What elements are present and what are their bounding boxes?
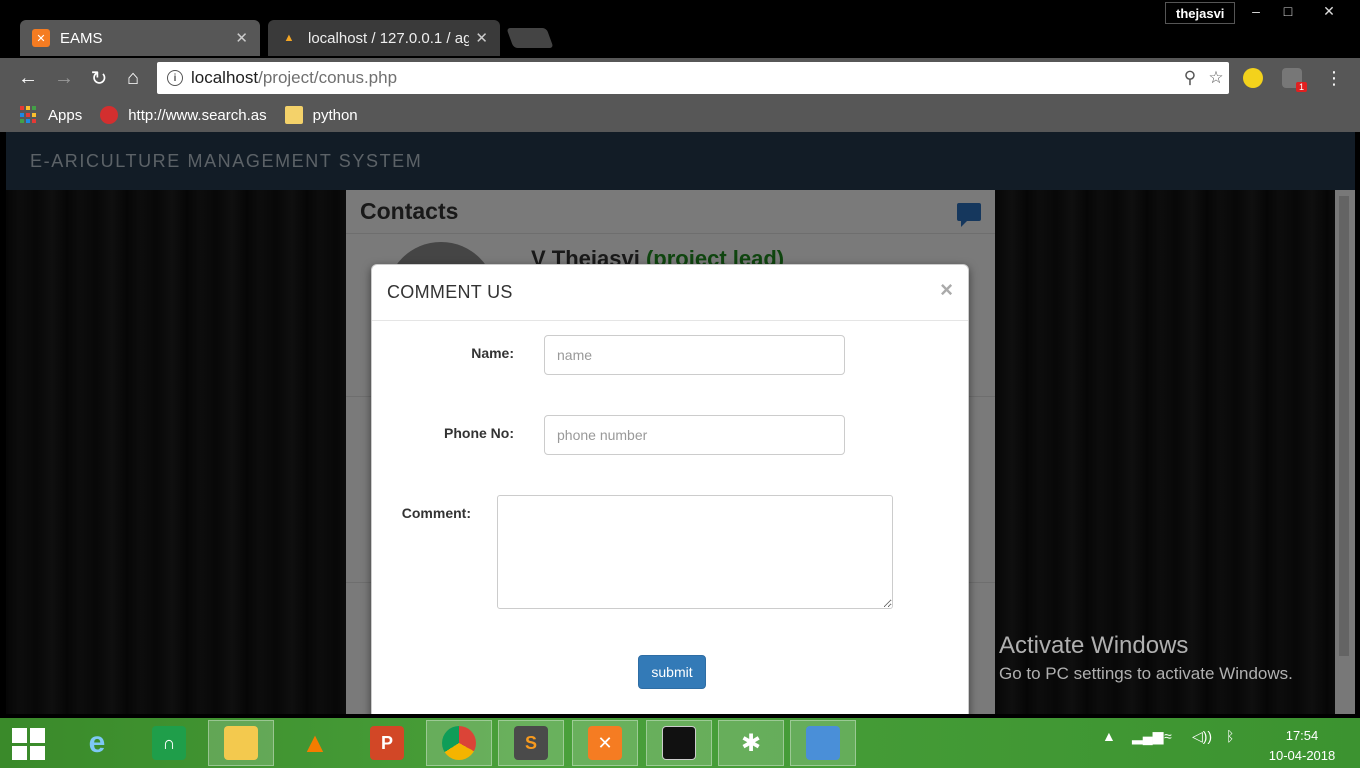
volume-icon[interactable]: ◁)) [1192,728,1212,745]
bluetooth-icon[interactable]: ᛒ [1226,728,1234,744]
browser-title-bar: ✕ EAMS ✕ ▲ localhost / 127.0.0.1 / ag ✕ … [0,0,1360,58]
close-icon[interactable]: ✕ [235,29,248,47]
name-input[interactable] [544,335,845,375]
bookmark-star-icon[interactable]: ☆ [1203,68,1229,88]
bookmarks-bar: Apps http://www.search.as python [0,98,1360,132]
sublime-text-icon[interactable]: S [498,720,564,766]
bookmark-search-ask[interactable]: http://www.search.as [100,106,267,124]
modal-header: COMMENT US × [372,265,968,321]
wifi-icon[interactable]: ≈ [1164,728,1172,744]
browser-toolbar: ← → ↻ ⌂ i localhost/project/conus.php ⚲ … [0,58,1360,98]
tab-title: EAMS [60,29,103,47]
tab-phpmyadmin[interactable]: ▲ localhost / 127.0.0.1 / ag ✕ [268,20,500,56]
address-bar[interactable]: i localhost/project/conus.php ⚲ ☆ [157,62,1229,94]
apps-grid-icon [20,106,38,124]
windows-start-icon[interactable] [12,728,46,760]
new-tab-button[interactable] [506,28,554,48]
network-icon[interactable]: ▂▄▆ [1132,728,1163,745]
xampp-icon: ✕ [32,29,50,47]
menu-icon[interactable]: ⋮ [1322,66,1346,90]
show-hidden-icons[interactable]: ▲ [1102,728,1116,744]
phpmyadmin-icon: ▲ [283,32,295,44]
info-icon[interactable]: i [167,70,183,86]
spider-app-icon[interactable]: ✱ [718,720,784,766]
comment-textarea[interactable] [497,495,893,609]
internet-explorer-icon[interactable]: e [64,720,130,766]
bookmark-python[interactable]: python [284,106,358,124]
submit-button[interactable]: submit [638,655,706,689]
comment-modal: COMMENT US × Name: Phone No: Comment: su… [371,264,969,714]
extension-badge: 1 [1296,82,1308,92]
photos-icon[interactable] [790,720,856,766]
close-icon[interactable]: × [940,277,953,303]
watermark-subtitle: Go to PC settings to activate Windows. [999,664,1293,683]
forward-icon[interactable]: → [52,66,76,90]
reload-icon[interactable]: ↻ [87,66,111,90]
close-icon[interactable]: ✕ [475,29,488,47]
phone-input[interactable] [544,415,845,455]
extension-plus-icon[interactable] [1243,68,1263,88]
phone-label: Phone No: [444,425,514,441]
activation-watermark: Activate Windows Go to PC settings to ac… [999,632,1293,684]
comment-label: Comment: [401,505,471,521]
window-close-button[interactable]: ✕ [1304,0,1354,22]
bookmark-apps[interactable]: Apps [20,106,82,124]
folder-icon [284,106,303,124]
url-text: localhost/project/conus.php [191,68,398,87]
windows-taskbar: e ∩ ▲ P S ✕ ✱ ▲ ▂▄▆ ≈ ◁)) ᛒ 17:54 10-04-… [0,718,1360,768]
xampp-icon[interactable]: ✕ [572,720,638,766]
headset-app-icon[interactable]: ∩ [136,720,202,766]
back-icon[interactable]: ← [16,66,40,90]
chrome-icon[interactable] [426,720,492,766]
ask-icon [100,106,119,124]
watermark-title: Activate Windows [999,632,1189,659]
system-clock[interactable]: 17:54 10-04-2018 [1252,726,1352,766]
tab-eams[interactable]: ✕ EAMS ✕ [20,20,260,56]
minimize-button[interactable]: – [1240,0,1272,22]
modal-title: COMMENT US [387,282,513,302]
tab-title: localhost / 127.0.0.1 / ag [308,29,470,47]
home-icon[interactable]: ⌂ [121,66,145,90]
file-explorer-icon[interactable] [208,720,274,766]
name-label: Name: [471,345,514,361]
vlc-icon[interactable]: ▲ [282,720,348,766]
command-prompt-icon[interactable] [646,720,712,766]
profile-button[interactable]: thejasvi [1165,2,1236,24]
page-viewport: E-ARICULTURE MANAGEMENT SYSTEM Contacts … [6,132,1355,714]
zoom-icon[interactable]: ⚲ [1177,68,1203,88]
powerpoint-icon[interactable]: P [354,720,420,766]
maximize-button[interactable]: □ [1272,0,1304,22]
